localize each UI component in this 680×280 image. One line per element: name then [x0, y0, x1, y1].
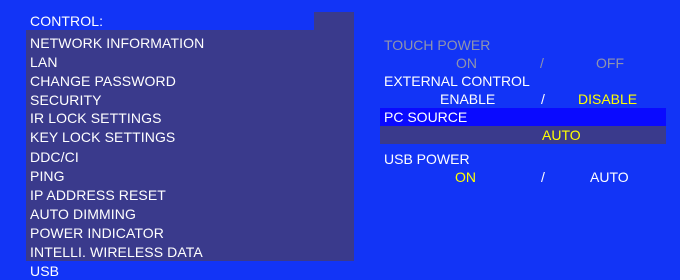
menu-item-ping[interactable]: PING	[30, 167, 65, 185]
external-control-enable-option[interactable]: ENABLE	[440, 90, 495, 108]
menu-item-key-lock-settings[interactable]: KEY LOCK SETTINGS	[30, 128, 175, 146]
menu-item-network-information[interactable]: NETWORK INFORMATION	[30, 34, 204, 52]
usb-power-label: USB POWER	[384, 151, 470, 167]
external-control-label: EXTERNAL CONTROL	[384, 73, 530, 89]
menu-item-ddc-ci[interactable]: DDC/CI	[30, 148, 79, 166]
touch-power-off-option[interactable]: OFF	[596, 54, 624, 72]
menu-header: CONTROL:	[30, 13, 104, 29]
menu-item-security[interactable]: SECURITY	[30, 91, 102, 109]
menu-item-usb-selected-bar[interactable]: USB	[26, 262, 680, 280]
menu-item-usb[interactable]: USB	[30, 262, 59, 280]
menu-item-change-password[interactable]: CHANGE PASSWORD	[30, 72, 176, 90]
pc-source-value[interactable]: AUTO	[542, 126, 581, 144]
external-control-disable-option[interactable]: DISABLE	[578, 90, 637, 108]
menu-item-auto-dimming[interactable]: AUTO DIMMING	[30, 205, 136, 223]
menu-item-intelli-wireless-data[interactable]: INTELLI. WIRELESS DATA	[30, 243, 203, 261]
touch-power-label: TOUCH POWER	[384, 37, 491, 53]
menu-item-ip-address-reset[interactable]: IP ADDRESS RESET	[30, 186, 166, 204]
menu-panel: CONTROL: NETWORK INFORMATION LAN CHANGE …	[26, 12, 354, 261]
pc-source-row[interactable]: PC SOURCE	[380, 108, 666, 126]
menu-item-lan[interactable]: LAN	[30, 53, 58, 71]
touch-power-on-option[interactable]: ON	[456, 54, 477, 72]
settings-header-bar	[354, 12, 680, 30]
pc-source-label: PC SOURCE	[384, 109, 468, 125]
external-control-separator: /	[541, 91, 545, 107]
touch-power-separator: /	[540, 55, 544, 71]
menu-item-ir-lock-settings[interactable]: IR LOCK SETTINGS	[30, 109, 162, 127]
menu-item-power-indicator[interactable]: POWER INDICATOR	[30, 224, 164, 242]
usb-power-separator: /	[541, 169, 545, 185]
usb-power-on-option[interactable]: ON	[455, 168, 476, 186]
usb-power-auto-option[interactable]: AUTO	[590, 168, 629, 186]
pc-source-value-row[interactable]: AUTO	[380, 126, 666, 144]
